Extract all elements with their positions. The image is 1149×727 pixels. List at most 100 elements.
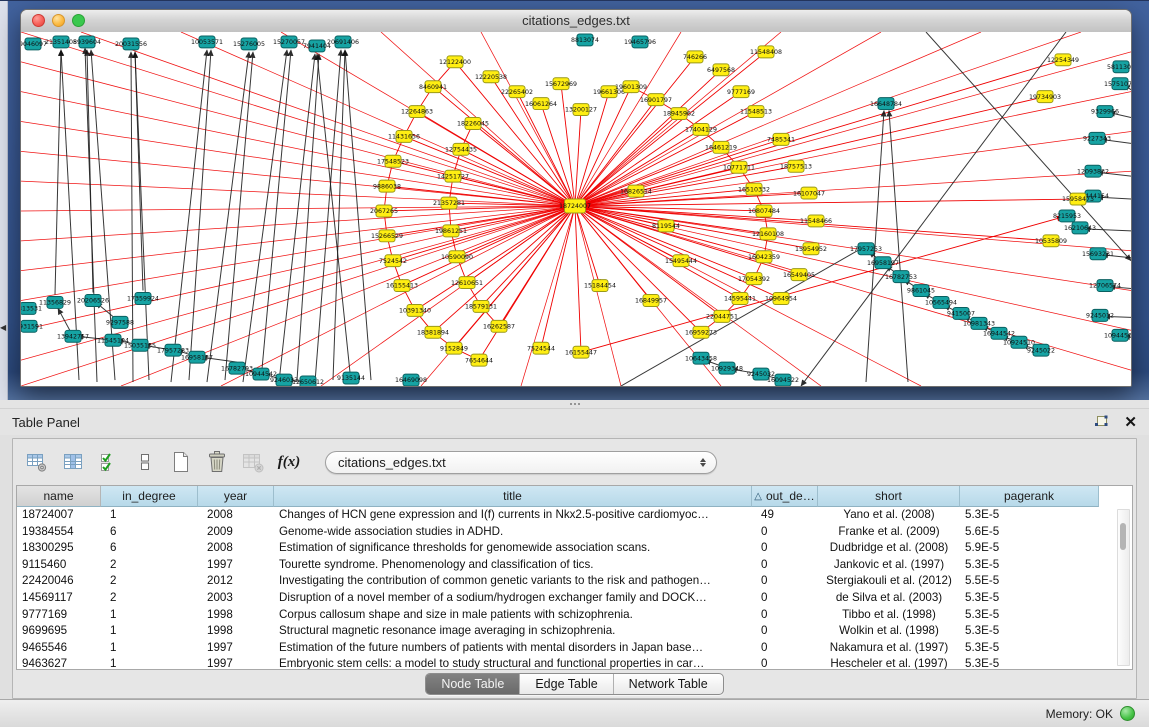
table-cell[interactable]: Changes of HCN gene expression and I(f) … [274, 507, 752, 524]
scrollbar-thumb[interactable] [1120, 523, 1127, 550]
network-node[interactable]: 18226045 [457, 118, 489, 130]
network-node[interactable]: 10771711 [723, 161, 755, 173]
network-node[interactable]: 16959273 [685, 326, 717, 338]
network-edge[interactable] [21, 32, 575, 206]
network-node[interactable]: 19734903 [1029, 91, 1061, 103]
column-header-pagerank[interactable]: pagerank [960, 486, 1099, 507]
network-node[interactable]: 9886038 [373, 180, 401, 192]
network-node[interactable]: 12160108 [752, 228, 784, 240]
network-node[interactable]: 16648784 [870, 98, 902, 110]
network-window[interactable]: citations_edges.txt 90460972135140589396… [20, 9, 1132, 387]
network-edge[interactable] [575, 60, 1063, 206]
table-cell[interactable]: 1 [101, 623, 198, 640]
network-node[interactable]: 20031556 [115, 38, 147, 50]
network-node[interactable]: 16510332 [738, 183, 770, 195]
network-node[interactable]: 9245012 [1086, 309, 1114, 321]
network-node[interactable]: 16061264 [525, 98, 557, 110]
table-cell[interactable]: Wolkin et al. (1998) [818, 623, 960, 640]
table-cell[interactable]: Tibbo et al. (1998) [818, 607, 960, 624]
table-cell[interactable]: Genome-wide association studies in ADHD. [274, 524, 752, 541]
split-divider[interactable] [0, 400, 1149, 409]
network-node[interactable]: 15276005 [233, 38, 265, 50]
table-cell[interactable]: 14569117 [17, 590, 101, 607]
network-edge[interactable] [317, 54, 351, 382]
network-node[interactable]: 17957253 [850, 243, 882, 255]
table-row[interactable]: 977716911998Corpus callosum shape and si… [17, 607, 1132, 624]
network-node[interactable]: 10535809 [1035, 235, 1067, 247]
network-node[interactable]: 16782753 [885, 271, 917, 283]
network-node[interactable]: 10643458 [685, 352, 717, 364]
network-node[interactable]: 19601309 [615, 81, 647, 93]
table-row[interactable]: 1830029562008Estimation of significance … [17, 540, 1132, 557]
network-edge[interactable] [21, 206, 575, 271]
network-edge[interactable] [575, 32, 981, 206]
network-edge[interactable] [404, 136, 575, 206]
table-cell[interactable]: 19384554 [17, 524, 101, 541]
network-node[interactable]: 9227343 [1083, 132, 1111, 144]
network-node[interactable]: 10944562 [1104, 329, 1131, 341]
network-edge[interactable] [467, 206, 575, 283]
network-node[interactable]: 16849957 [635, 295, 667, 307]
column-header-short[interactable]: short [818, 486, 960, 507]
network-node[interactable]: 11356829 [39, 297, 71, 309]
tab-edge-table[interactable]: Edge Table [519, 674, 612, 694]
network-node[interactable]: 9135144 [337, 372, 365, 384]
table-row[interactable]: 1456911722003Disruption of a novel membe… [17, 590, 1132, 607]
network-node[interactable]: 15672969 [545, 78, 577, 90]
network-node[interactable]: 12706574 [1089, 280, 1121, 292]
table-cell[interactable]: 2008 [198, 507, 274, 524]
network-edge[interactable] [575, 206, 581, 352]
network-edge[interactable] [575, 131, 1131, 206]
network-node[interactable]: 12093832 [1077, 165, 1109, 177]
table-cell[interactable]: 2 [101, 557, 198, 574]
network-node[interactable]: 15495444 [665, 255, 697, 267]
network-edge[interactable] [402, 206, 575, 286]
network-node[interactable]: 20691406 [327, 36, 359, 48]
table-cell[interactable]: 1 [101, 656, 198, 669]
table-cell[interactable]: 9777169 [17, 607, 101, 624]
table-cell[interactable]: 5.5E-5 [960, 573, 1099, 590]
table-row[interactable]: 969969511998Structural magnetic resonanc… [17, 623, 1132, 640]
network-node[interactable]: 9046097 [21, 38, 47, 50]
delete-table-icon[interactable] [239, 448, 267, 476]
network-node[interactable]: 14251727 [437, 170, 469, 182]
network-edge[interactable] [21, 206, 575, 300]
network-edge[interactable] [55, 50, 61, 295]
table-cell[interactable]: 5.3E-5 [960, 640, 1099, 657]
delete-column-icon[interactable] [203, 448, 231, 476]
table-cell[interactable]: 6 [101, 524, 198, 541]
network-edge[interactable] [131, 52, 133, 382]
table-cell[interactable]: 1 [101, 640, 198, 657]
network-node[interactable]: 16262587 [483, 320, 515, 332]
network-node[interactable]: 10053571 [191, 36, 223, 48]
table-cell[interactable]: Disruption of a novel member of a sodium… [274, 590, 752, 607]
network-node[interactable]: 11548466 [800, 215, 832, 227]
network-node[interactable]: 10565494 [925, 297, 957, 309]
table-cell[interactable]: 1 [101, 507, 198, 524]
network-node[interactable]: 16155447 [565, 346, 597, 358]
network-edge[interactable] [207, 52, 249, 382]
network-edge[interactable] [171, 50, 207, 382]
network-window-titlebar[interactable]: citations_edges.txt [21, 10, 1131, 33]
table-cell[interactable]: 0 [752, 557, 818, 574]
network-node[interactable]: 7524544 [527, 342, 555, 354]
network-node[interactable]: 9777169 [727, 86, 755, 98]
network-edge[interactable] [87, 50, 93, 293]
table-cell[interactable]: 1997 [198, 656, 274, 669]
deselect-all-icon[interactable] [131, 448, 159, 476]
network-edge[interactable] [575, 110, 581, 206]
network-node[interactable]: 15270057 [273, 36, 305, 48]
network-node[interactable]: 18757513 [780, 160, 812, 172]
network-node[interactable]: 9861045 [907, 285, 935, 297]
table-row[interactable]: 911546021997Tourette syndrome. Phenomeno… [17, 557, 1132, 574]
network-node[interactable]: 20206526 [77, 295, 109, 307]
network-node[interactable]: 11548408 [750, 46, 782, 58]
table-cell[interactable]: 2008 [198, 540, 274, 557]
network-node[interactable]: 10391340 [399, 304, 431, 316]
network-edge[interactable] [315, 50, 341, 382]
table-cell[interactable]: 0 [752, 640, 818, 657]
network-edge[interactable] [575, 32, 681, 206]
table-cell[interactable]: Stergiakouli et al. (2012) [818, 573, 960, 590]
table-cell[interactable]: 5.9E-5 [960, 540, 1099, 557]
network-node[interactable]: 17548523 [377, 155, 409, 167]
